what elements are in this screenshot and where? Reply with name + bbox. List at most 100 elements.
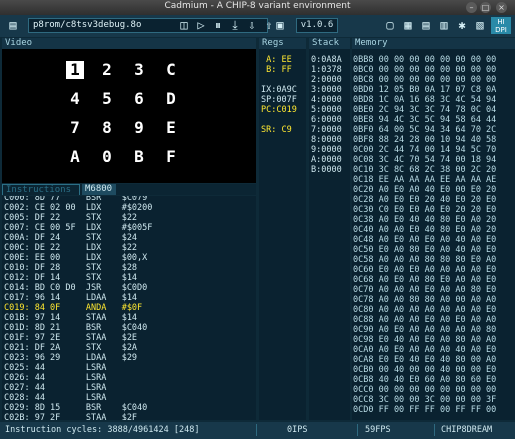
memory-row[interactable]: 0C40 A0 A0 E0 40 80 E0 A0 20 xyxy=(353,225,496,235)
run-icon[interactable]: ▷ xyxy=(193,17,209,33)
memory-row[interactable]: 0CC0 00 00 00 00 00 00 00 00 xyxy=(353,385,496,395)
status-bar: Instruction cycles: 3888/4961424 [248] 0… xyxy=(0,422,515,439)
maximize-icon[interactable]: □ xyxy=(480,2,491,13)
instruction-row[interactable]: C00A: DF 24 STX $24 xyxy=(2,233,254,243)
memory-row[interactable]: 0BC8 00 00 00 00 00 00 00 00 xyxy=(353,75,496,85)
memory-row[interactable]: 0CC8 3C 00 00 3C 00 00 00 3F xyxy=(353,395,496,405)
memory-row[interactable]: 0BD0 12 05 B0 0A 17 07 C8 0A xyxy=(353,85,496,95)
instruction-row[interactable]: C012: DF 14 STX $14 xyxy=(2,273,254,283)
instruction-row[interactable]: C021: DF 2A STX $2A xyxy=(2,343,254,353)
register-row: IX:0A9C xyxy=(261,85,297,95)
instruction-row[interactable]: C00E: EE 00 LDX $00,X xyxy=(2,253,254,263)
instruction-row[interactable]: C005: DF 22 STX $22 xyxy=(2,213,254,223)
reset-icon[interactable]: ◫ xyxy=(176,17,192,33)
step-in-icon[interactable]: ⤓ xyxy=(227,17,243,33)
instruction-row[interactable]: C019: 84 0F ANDA #$0F xyxy=(2,303,254,313)
memory-row[interactable]: 0C18 EE AA AA AA EE AA AA AE xyxy=(353,175,496,185)
status-divider xyxy=(357,424,358,436)
instruction-row[interactable]: C025: 44 LSRA xyxy=(2,363,254,373)
hidpi-toggle[interactable]: HI DPI xyxy=(491,17,511,34)
memory-row[interactable]: 0C38 A0 E0 40 40 80 E0 A0 20 xyxy=(353,215,496,225)
instruction-row[interactable]: C017: 96 14 LDAA $14 xyxy=(2,293,254,303)
memory-row[interactable]: 0C28 A0 E0 E0 20 40 E0 20 E0 xyxy=(353,195,496,205)
video-glyph: 1 xyxy=(66,61,84,79)
memory-row[interactable]: 0CA8 E0 E0 40 E0 40 80 00 A0 xyxy=(353,355,496,365)
stack-row: 9:0000 xyxy=(311,145,342,155)
editor-view-icon[interactable]: ▤ xyxy=(418,17,434,33)
stack-row: 8:0000 xyxy=(311,135,342,145)
close-icon[interactable]: × xyxy=(496,2,507,13)
pause-icon[interactable]: ⏸ xyxy=(210,17,226,33)
step-out-icon[interactable]: ⇧ xyxy=(261,17,277,33)
instruction-row[interactable]: C01B: 97 14 STAA $14 xyxy=(2,313,254,323)
memory-row[interactable]: 0C50 E0 A0 80 E0 A0 40 A0 E0 xyxy=(353,245,496,255)
memory-row[interactable]: 0BF0 64 00 5C 94 34 64 70 2C xyxy=(353,125,496,135)
instruction-row[interactable]: C027: 44 LSRA xyxy=(2,383,254,393)
instruction-row[interactable]: C00C: DE 22 LDX $22 xyxy=(2,243,254,253)
memory-row[interactable]: 0BE0 2C 94 3C 3C 74 78 0C 04 xyxy=(353,105,496,115)
video-glyph: 9 xyxy=(134,118,144,137)
library-icon[interactable]: ▧ xyxy=(472,17,488,33)
memory-row[interactable]: 0BD8 1C 0A 16 68 3C 4C 54 94 xyxy=(353,95,496,105)
memory-row[interactable]: 0CD0 FF 00 FF FF 00 FF FF 00 xyxy=(353,405,496,415)
memory-row[interactable]: 0C58 A0 A0 A0 80 80 80 E0 A0 xyxy=(353,255,496,265)
instruction-cycles: Instruction cycles: 3888/4961424 [248] xyxy=(5,425,200,435)
minimize-icon[interactable]: – xyxy=(466,2,477,13)
stack-row: 2:0000 xyxy=(311,75,342,85)
memory-row[interactable]: 0C78 A0 A0 80 80 A0 00 A0 A0 xyxy=(353,295,496,305)
memory-row[interactable]: 0C70 A0 A0 A0 E0 A0 A0 80 E0 xyxy=(353,285,496,295)
memory-row[interactable]: 0C08 3C 4C 70 54 74 00 18 94 xyxy=(353,155,496,165)
video-glyph: 7 xyxy=(70,118,80,137)
memory-row[interactable]: 0C30 C0 E0 E0 A0 E0 20 20 E0 xyxy=(353,205,496,215)
instruction-row[interactable]: C007: CE 00 5F LDX #$005F xyxy=(2,223,254,233)
save-icon[interactable]: ▥ xyxy=(436,17,452,33)
memory-row[interactable]: 0BE8 94 4C 3C 5C 94 58 64 44 xyxy=(353,115,496,125)
debugger-view-icon[interactable]: ▦ xyxy=(400,17,416,33)
memory-row[interactable]: 0BF8 88 24 28 00 10 94 40 58 xyxy=(353,135,496,145)
instruction-row[interactable]: C000: 8D 77 BSR $C079 xyxy=(2,196,254,203)
memory-row[interactable]: 0C80 A0 A0 A0 A0 A0 A0 A0 E0 xyxy=(353,305,496,315)
stack-panel-header: Stack xyxy=(309,38,350,49)
memory-panel[interactable]: 0BB8 00 00 00 00 00 00 00 00 0BC0 00 00 0… xyxy=(352,49,515,420)
instruction-row[interactable]: C023: 96 29 LDAA $29 xyxy=(2,353,254,363)
memory-row[interactable]: 0C00 2C 44 74 00 14 94 5C 70 xyxy=(353,145,496,155)
instruction-row[interactable]: C01F: 97 2E STAA $2E xyxy=(2,333,254,343)
memory-row[interactable]: 0C98 E0 40 A0 E0 A0 80 A0 A0 xyxy=(353,335,496,345)
instructions-list[interactable]: C000: 8D 77 BSR $C079 C002: CE 02 00 LDX … xyxy=(2,196,256,420)
tab-instructions[interactable]: Instructions xyxy=(2,184,80,195)
instruction-row[interactable]: C002: CE 02 00 LDX #$0200 xyxy=(2,203,254,213)
step-over-icon[interactable]: ⇩ xyxy=(244,17,260,33)
video-panel-header: Video xyxy=(2,38,256,49)
instruction-row[interactable]: C029: 8D 15 BSR $C040 xyxy=(2,403,254,413)
memory-row[interactable]: 0C60 E0 A0 E0 A0 A0 A0 A0 E0 xyxy=(353,265,496,275)
video-glyph: 5 xyxy=(102,89,112,108)
stack-row: 5:0000 xyxy=(311,105,342,115)
regs-panel-header: Regs xyxy=(259,38,306,49)
rom-browser-icon[interactable]: ▤ xyxy=(5,17,21,33)
instruction-row[interactable]: C014: BD C0 D0 JSR $C0D0 xyxy=(2,283,254,293)
instruction-row[interactable]: C026: 44 LSRA xyxy=(2,373,254,383)
video-glyph: 2 xyxy=(102,60,112,79)
instruction-row[interactable]: C02B: 97 2F STAA $2F xyxy=(2,413,254,420)
memory-row[interactable]: 0C88 A0 A0 A0 E0 A0 E0 A0 A0 xyxy=(353,315,496,325)
memory-row[interactable]: 0C68 A0 E0 A0 80 E0 A0 A0 E0 xyxy=(353,275,496,285)
register-row: B: FF xyxy=(261,65,292,75)
memory-row[interactable]: 0C48 A0 E0 A0 E0 A0 40 A0 E0 xyxy=(353,235,496,245)
memory-row[interactable]: 0CB8 40 40 E0 60 A0 80 60 E0 xyxy=(353,375,496,385)
instruction-row[interactable]: C010: DF 28 STX $28 xyxy=(2,263,254,273)
memory-row[interactable]: 0C10 3C 8C 68 2C 38 00 2C 20 xyxy=(353,165,496,175)
hidpi-line2: DPI xyxy=(495,26,507,34)
instruction-row[interactable]: C028: 44 LSRA xyxy=(2,393,254,403)
memory-row[interactable]: 0BB8 00 00 00 00 00 00 00 00 xyxy=(353,55,496,65)
memory-row[interactable]: 0C90 A0 E0 A0 A0 A0 A0 A0 80 xyxy=(353,325,496,335)
memory-row[interactable]: 0CB0 00 40 00 00 40 00 00 E0 xyxy=(353,365,496,375)
settings-gear-icon[interactable]: ✱ xyxy=(454,17,470,33)
memory-row[interactable]: 0BC0 00 00 00 00 00 00 00 00 xyxy=(353,65,496,75)
instruction-row[interactable]: C01D: 8D 21 BSR $C040 xyxy=(2,323,254,333)
memory-row[interactable]: 0C20 A0 E0 A0 40 E0 00 E0 20 xyxy=(353,185,496,195)
tab-m6800[interactable]: M6800 xyxy=(82,184,116,195)
screen-view-icon[interactable]: ▢ xyxy=(382,17,398,33)
memory-row[interactable]: 0CA0 A0 E0 A0 A0 A0 40 A0 E0 xyxy=(353,345,496,355)
stack-row: B:0000 xyxy=(311,165,342,175)
video-screen: 12 3 C 4 5 6 D 7 8 9 E A 0 B F xyxy=(2,49,256,183)
